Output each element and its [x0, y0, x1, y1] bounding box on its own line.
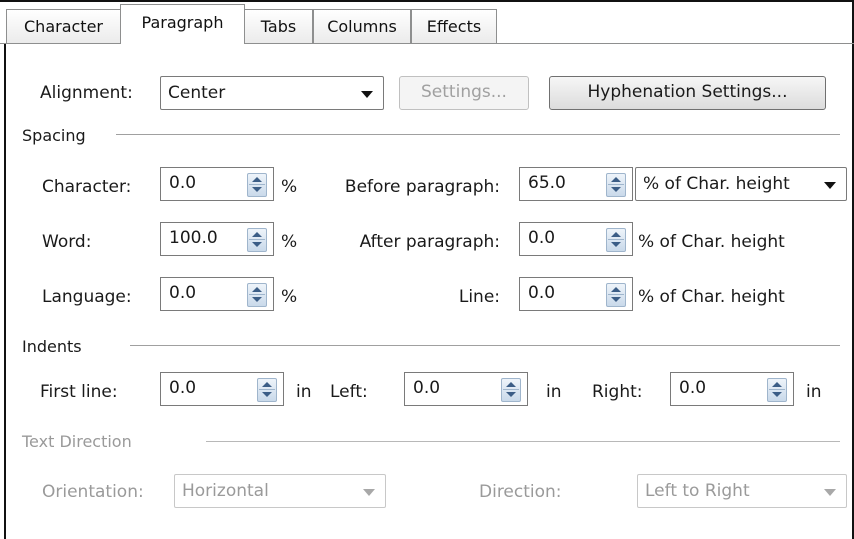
- language-label: Language:: [42, 287, 132, 307]
- orientation-value: Horizontal: [182, 481, 269, 501]
- character-label: Character:: [42, 177, 132, 197]
- line-unit: % of Char. height: [638, 287, 785, 307]
- language-unit: %: [281, 287, 298, 307]
- left-indent-label: Left:: [330, 382, 368, 402]
- spacing-divider: [116, 134, 840, 135]
- text-direction-section-label: Text Direction: [22, 432, 132, 451]
- after-paragraph-spinbox[interactable]: 0.0: [519, 222, 633, 256]
- left-indent-value: 0.0: [413, 378, 441, 398]
- direction-value: Left to Right: [645, 481, 750, 501]
- before-paragraph-unit-select[interactable]: % of Char. height: [635, 167, 847, 201]
- word-spinbox[interactable]: 100.0: [160, 222, 274, 256]
- spin-arrows-icon[interactable]: [767, 378, 787, 402]
- language-value: 0.0: [169, 283, 197, 303]
- spin-arrows-icon[interactable]: [606, 173, 626, 197]
- before-paragraph-spinbox[interactable]: 65.0: [519, 167, 633, 201]
- right-indent-spinbox[interactable]: 0.0: [670, 372, 794, 406]
- settings-button[interactable]: Settings...: [399, 76, 529, 110]
- right-indent-value: 0.0: [679, 378, 707, 398]
- alignment-value: Center: [168, 83, 226, 103]
- chevron-down-icon: [361, 91, 373, 98]
- before-paragraph-unit-value: % of Char. height: [643, 174, 790, 194]
- dialog-frame-left: [4, 43, 6, 539]
- spin-arrows-icon[interactable]: [606, 283, 626, 307]
- after-paragraph-unit: % of Char. height: [638, 232, 785, 252]
- character-value: 0.0: [169, 173, 197, 193]
- alignment-label: Alignment:: [40, 83, 133, 103]
- left-indent-spinbox[interactable]: 0.0: [404, 372, 528, 406]
- tab-paragraph[interactable]: Paragraph: [120, 4, 245, 44]
- text-direction-divider: [206, 441, 840, 442]
- direction-select[interactable]: Left to Right: [637, 474, 847, 508]
- line-spinbox[interactable]: 0.0: [519, 277, 633, 311]
- chevron-down-icon: [363, 489, 375, 496]
- line-label: Line:: [458, 287, 500, 307]
- spin-arrows-icon[interactable]: [501, 378, 521, 402]
- spin-arrows-icon[interactable]: [247, 173, 267, 197]
- first-line-unit: in: [296, 382, 312, 402]
- word-unit: %: [281, 232, 298, 252]
- indents-divider: [130, 345, 840, 346]
- right-indent-label: Right:: [592, 382, 643, 402]
- spin-arrows-icon[interactable]: [247, 228, 267, 252]
- direction-label: Direction:: [479, 482, 562, 502]
- before-paragraph-label: Before paragraph:: [344, 177, 500, 197]
- word-value: 100.0: [169, 228, 218, 248]
- tab-tabs[interactable]: Tabs: [244, 9, 313, 43]
- left-indent-unit: in: [546, 382, 562, 402]
- spacing-section-label: Spacing: [22, 126, 86, 145]
- character-spinbox[interactable]: 0.0: [160, 167, 274, 201]
- hyphenation-settings-button[interactable]: Hyphenation Settings...: [549, 76, 826, 110]
- first-line-value: 0.0: [169, 378, 197, 398]
- spin-arrows-icon[interactable]: [257, 378, 277, 402]
- tab-columns[interactable]: Columns: [313, 9, 411, 43]
- first-line-spinbox[interactable]: 0.0: [160, 372, 284, 406]
- before-paragraph-value: 65.0: [528, 173, 566, 193]
- tab-character[interactable]: Character: [6, 9, 121, 43]
- after-paragraph-label: After paragraph:: [359, 232, 500, 252]
- orientation-select[interactable]: Horizontal: [174, 474, 386, 508]
- tab-effects[interactable]: Effects: [411, 9, 497, 43]
- orientation-label: Orientation:: [42, 482, 144, 502]
- alignment-select[interactable]: Center: [160, 76, 384, 110]
- word-label: Word:: [42, 232, 92, 252]
- right-indent-unit: in: [806, 382, 822, 402]
- after-paragraph-value: 0.0: [528, 228, 556, 248]
- first-line-label: First line:: [40, 382, 118, 402]
- spin-arrows-icon[interactable]: [247, 283, 267, 307]
- language-spinbox[interactable]: 0.0: [160, 277, 274, 311]
- spin-arrows-icon[interactable]: [606, 228, 626, 252]
- indents-section-label: Indents: [22, 337, 82, 356]
- chevron-down-icon: [824, 182, 836, 189]
- character-unit: %: [281, 177, 298, 197]
- chevron-down-icon: [824, 489, 836, 496]
- tab-strip: Character Paragraph Tabs Columns Effects: [0, 0, 854, 44]
- line-value: 0.0: [528, 283, 556, 303]
